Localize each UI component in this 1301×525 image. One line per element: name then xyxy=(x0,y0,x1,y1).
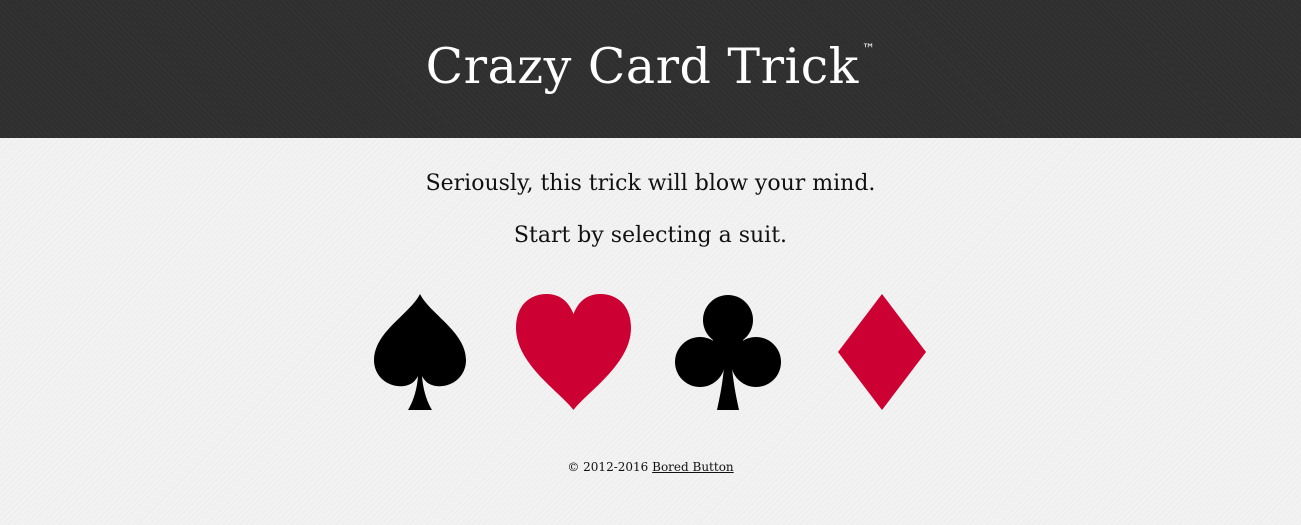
suit-selector xyxy=(0,292,1301,412)
page-title-text: Crazy Card Trick xyxy=(425,37,859,95)
bored-button-link[interactable]: Bored Button xyxy=(652,460,734,474)
tagline-text: Seriously, this trick will blow your min… xyxy=(425,171,876,196)
club-icon xyxy=(675,295,781,410)
club-button[interactable] xyxy=(673,292,783,412)
diamond-icon xyxy=(838,294,926,410)
page-title: Crazy Card Trick ™ xyxy=(426,38,876,95)
header-bar: Crazy Card Trick ™ xyxy=(0,0,1301,138)
diamond-button[interactable] xyxy=(836,292,928,412)
heart-icon xyxy=(516,294,631,410)
spade-button[interactable] xyxy=(372,292,468,412)
spade-icon xyxy=(374,294,466,410)
trademark-symbol: ™ xyxy=(861,41,876,57)
instruction-text: Start by selecting a suit. xyxy=(513,223,788,248)
copyright-text: © 2012-2016 xyxy=(567,460,649,474)
footer: © 2012-2016 Bored Button xyxy=(0,460,1301,474)
heart-button[interactable] xyxy=(515,292,632,412)
